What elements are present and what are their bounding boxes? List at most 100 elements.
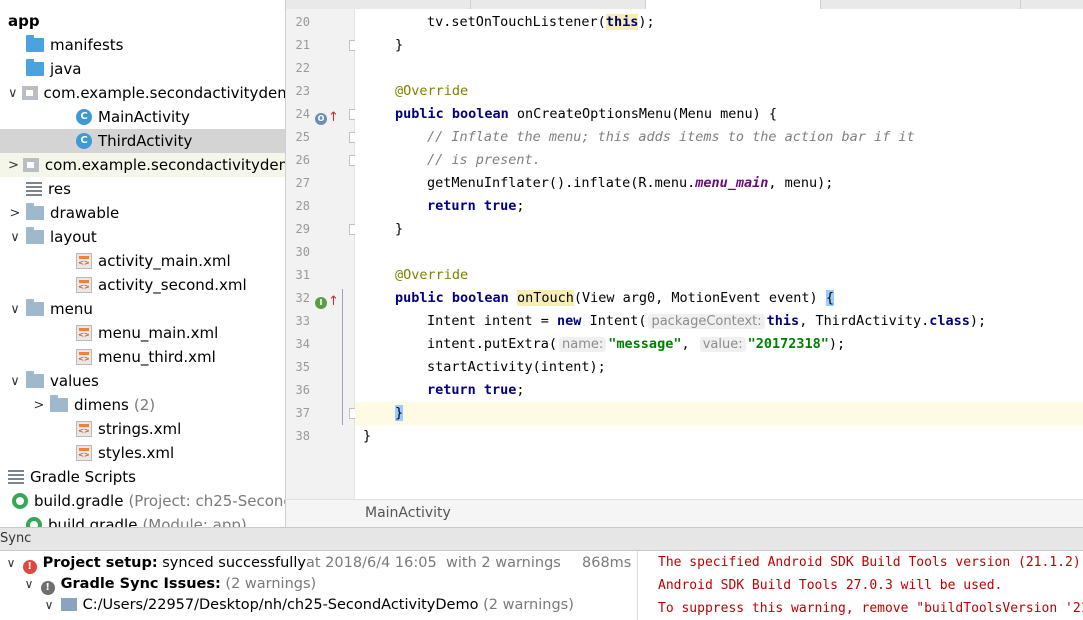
tree-item[interactable]: ∨ menu [0,297,285,321]
chevron-right-icon[interactable]: > [8,206,22,221]
editor-tab-active[interactable] [646,0,821,9]
tree-item-label: menu_third.xml [98,348,216,366]
chevron-down-icon[interactable]: ∨ [8,302,22,317]
sync-tab-label[interactable]: Sync [0,531,31,546]
tree-item[interactable]: res [0,177,285,201]
code-line: public boolean onCreateOptionsMenu(Menu … [395,106,778,122]
folder-icon [60,598,77,611]
sync-status-row[interactable]: ∨ ! Project setup: synced successfully at… [0,552,637,575]
chevron-down-icon[interactable]: ∨ [22,573,36,596]
code-line: intent.putExtra(name: "message", value: "2… [427,336,846,352]
tree-item[interactable]: > drawable [0,201,285,225]
chevron-down-icon[interactable]: ∨ [8,374,22,389]
line-number: 34 [295,337,310,351]
line-number: 35 [295,360,310,374]
line-number: 30 [295,245,310,259]
editor-tab[interactable] [286,0,471,9]
code-line: } [363,428,372,444]
tree-item[interactable]: ∨ values [0,369,285,393]
tree-item-label: ThirdActivity [98,132,193,150]
arrow-up-icon[interactable]: ↑ [328,295,339,308]
code-line: } [395,221,404,237]
tree-item[interactable]: ∨ com.example.secondactivitydemo [0,81,285,105]
tree-item-meta: (Project: ch25-SecondActivityDemo) [128,492,285,510]
gradle-sync-issues-row[interactable]: ∨ ! Gradle Sync Issues: (2 warnings) [0,573,637,596]
tree-item[interactable]: ∨ layout [0,225,285,249]
tree-item-label: com.example.secondactivitydemo [44,156,286,174]
chevron-down-icon[interactable]: ∨ [4,552,18,575]
tree-item[interactable]: menu_third.xml [0,345,285,369]
tree-item[interactable]: styles.xml [0,441,285,465]
tree-item-label: app [8,12,40,30]
tree-item[interactable]: C ThirdActivity [0,129,285,153]
xml-file-icon [76,421,92,437]
tree-item-label: activity_second.xml [98,276,247,294]
sync-log-output[interactable]: The specified Android SDK Build Tools ve… [639,551,1083,620]
tree-item[interactable]: java [0,57,285,81]
tree-item[interactable]: app [0,9,285,33]
line-number: 28 [295,199,310,213]
gradle-icon [12,493,28,509]
package-icon [21,86,38,100]
editor-tab[interactable] [821,0,1021,9]
implements-method-icon[interactable]: I [315,297,327,309]
line-number: 38 [295,429,310,443]
tree-item[interactable]: > com.example.secondactivitydemo [0,153,285,177]
line-number: 27 [295,176,310,190]
tree-item[interactable]: activity_main.xml [0,249,285,273]
arrow-up-icon[interactable]: ↑ [328,111,339,124]
chevron-down-icon[interactable]: ∨ [8,86,18,101]
code-line: // Inflate the menu; this adds items to … [427,129,915,145]
code-line: tv.setOnTouchListener(this); [427,14,655,30]
xml-file-icon [76,349,92,365]
tree-item[interactable]: > dimens (2) [0,393,285,417]
tree-item-label: menu [50,300,93,318]
resources-icon [26,182,42,196]
tree-item-label: drawable [50,204,120,222]
tree-item[interactable]: Gradle Scripts [0,465,285,489]
xml-file-icon [76,253,92,269]
chevron-right-icon[interactable]: > [32,398,46,413]
chevron-right-icon[interactable]: > [8,158,19,173]
folder-icon [26,35,44,52]
tree-item[interactable]: manifests [0,33,285,57]
parameter-hint: value: [699,337,746,352]
breadcrumb[interactable]: MainActivity [286,499,1083,527]
code-editor[interactable]: tv.setOnTouchListener(this); } @Override… [355,9,1083,499]
tree-item[interactable]: C MainActivity [0,105,285,129]
line-number: 36 [295,383,310,397]
tree-item[interactable]: build.gradle(Project: ch25-SecondActivit… [0,489,285,513]
chevron-down-icon[interactable]: ∨ [42,594,56,617]
chevron-down-icon[interactable]: ∨ [8,230,22,245]
tree-item-label: strings.xml [98,420,182,438]
code-line-current: } [355,402,1083,425]
editor-tab[interactable] [471,0,646,9]
tree-item[interactable]: build.gradle (Module: app) [0,513,285,527]
tree-item[interactable]: activity_second.xml [0,273,285,297]
code-line: startActivity(intent); [427,359,606,375]
xml-file-icon [76,325,92,341]
log-line: Android SDK Build Tools 27.0.3 will be u… [658,578,1003,593]
tree-item-label: layout [50,228,97,246]
sync-panel-header: Sync [0,527,1083,551]
log-line: The specified Android SDK Build Tools ve… [658,555,1083,570]
code-line: Intent intent = new Intent(packageContex… [427,313,987,329]
breadcrumb-item[interactable]: MainActivity [365,505,451,521]
tree-item-label: Gradle Scripts [30,468,136,486]
override-method-icon[interactable]: O [315,113,327,125]
folder-icon [26,371,44,388]
project-path-row[interactable]: ∨ C:/Users/22957/Desktop/nh/ch25-SecondA… [0,594,637,617]
folder-icon [26,227,44,244]
tree-item[interactable]: menu_main.xml [0,321,285,345]
tree-item-meta: (Module: app) [142,516,247,527]
line-number: 29 [295,222,310,236]
xml-file-icon [76,445,92,461]
line-number: 23 [295,84,310,98]
line-number: 20 [295,15,310,29]
tree-item-label: manifests [50,36,124,54]
tree-item[interactable]: strings.xml [0,417,285,441]
tree-item-label: build.gradle [34,492,124,510]
sync-issues-tree: ∨ ! Project setup: synced successfully at… [0,551,638,620]
line-number: 26 [295,153,310,167]
tree-item-count: (2) [133,396,156,414]
